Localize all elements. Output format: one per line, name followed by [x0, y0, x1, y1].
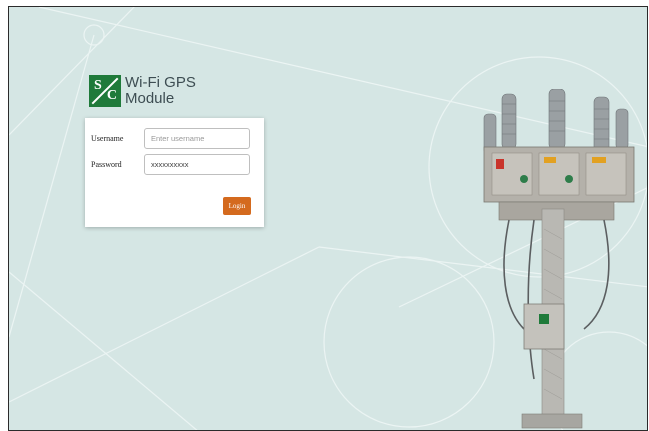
equipment-sc-badge: [539, 314, 549, 324]
logo-letter-c: C: [106, 88, 117, 103]
sc-logo: S C: [89, 75, 121, 107]
username-label: Username: [91, 134, 124, 143]
recloser-equipment-image: [483, 89, 635, 429]
login-button[interactable]: Login: [223, 197, 251, 215]
brand-header: S C Wi-Fi GPS Module: [89, 75, 196, 107]
product-title-line1: Wi-Fi GPS: [125, 74, 196, 91]
product-title-line2: Module: [125, 90, 175, 107]
password-row: Password: [91, 154, 250, 175]
username-row: Username: [91, 128, 250, 149]
username-input[interactable]: [144, 128, 250, 149]
login-card: Username Password Login: [85, 118, 264, 227]
password-label: Password: [91, 160, 122, 169]
password-input[interactable]: [144, 154, 250, 175]
logo-letter-s: S: [94, 78, 102, 93]
app-window: S C Wi-Fi GPS Module Username Password L…: [8, 6, 648, 431]
product-title: Wi-Fi GPS Module: [125, 75, 196, 107]
